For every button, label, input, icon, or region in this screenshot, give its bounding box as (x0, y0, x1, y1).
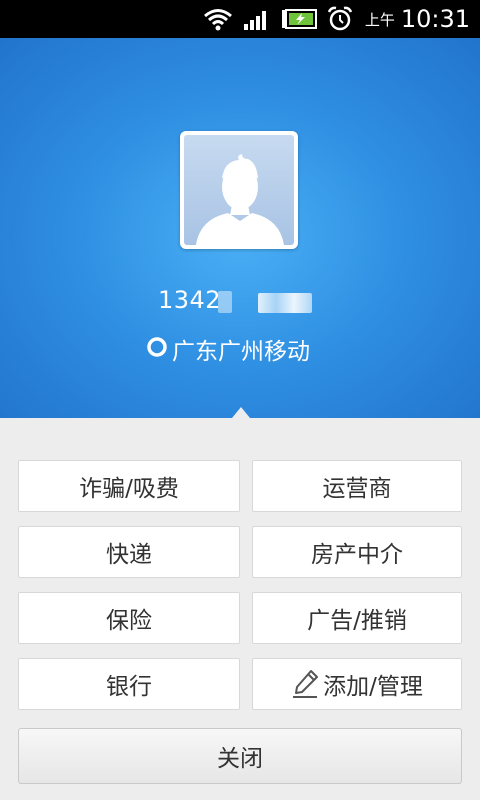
number-mask (218, 291, 232, 313)
status-time: 10:31 (400, 5, 470, 33)
tag-fraud-button[interactable]: 诈骗/吸费 (18, 460, 240, 512)
status-bar: 上午 10:31 (0, 0, 480, 38)
tag-insurance-button[interactable]: 保险 (18, 592, 240, 644)
tag-bank-button[interactable]: 银行 (18, 658, 240, 710)
status-ampm: 上午 (364, 10, 395, 29)
default-avatar-icon (184, 135, 294, 245)
tag-real-estate-button[interactable]: 房产中介 (252, 526, 462, 578)
caller-location: 广东广州移动 (146, 334, 310, 365)
carrier-ring-icon (146, 336, 168, 362)
tag-advertising-button[interactable]: 广告/推销 (252, 592, 462, 644)
add-manage-label: 添加/管理 (323, 674, 423, 700)
battery-charging-icon (281, 8, 317, 30)
avatar (180, 131, 298, 249)
alarm-icon (327, 6, 353, 32)
close-button[interactable]: 关闭 (18, 728, 462, 784)
wifi-icon (203, 7, 233, 31)
tag-carrier-button[interactable]: 运营商 (252, 460, 462, 512)
panel-pointer (232, 407, 250, 418)
caller-header: 1342 广东广州移动 (0, 38, 480, 418)
pencil-icon (291, 669, 319, 699)
number-mask (258, 293, 312, 313)
tag-courier-button[interactable]: 快递 (18, 526, 240, 578)
location-text: 广东广州移动 (172, 339, 310, 365)
signal-icon (243, 7, 271, 31)
add-manage-button[interactable]: 添加/管理 (252, 658, 462, 710)
caller-number: 1342 (158, 286, 222, 314)
